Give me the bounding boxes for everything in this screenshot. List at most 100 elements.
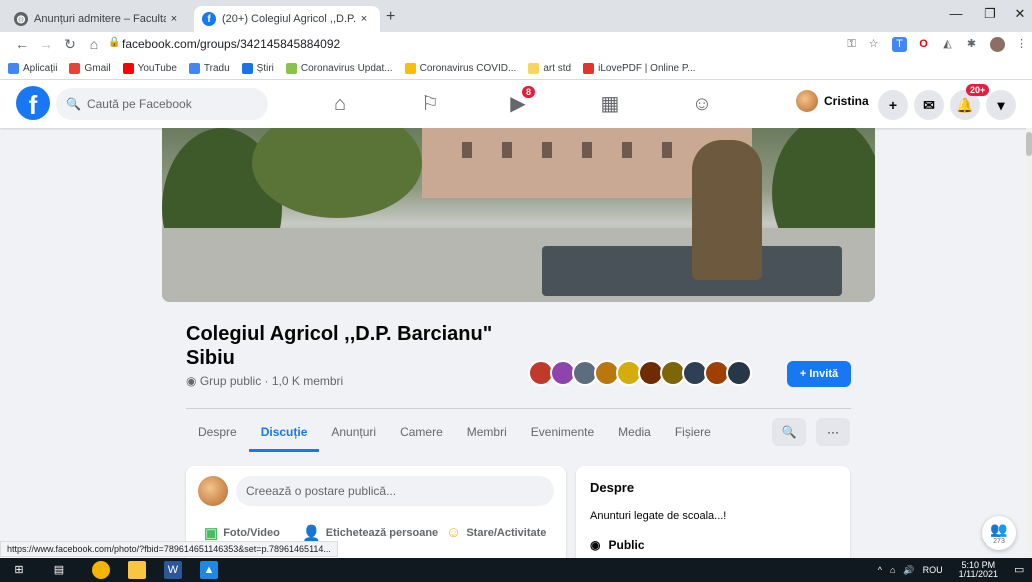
tag-people-icon: 👤 [302,525,321,542]
network-icon[interactable]: ⌂ [890,565,895,575]
tab-despre[interactable]: Despre [186,414,249,452]
restore-button[interactable]: ❐ [980,6,1000,22]
translate-extension-icon[interactable]: T [892,37,907,52]
language-indicator[interactable]: ROU [923,565,943,575]
translate-icon [188,63,200,74]
window-close-button[interactable]: ✕ [1010,6,1030,22]
bookmark-tradu[interactable]: Tradu [188,63,230,74]
bookmark-apps[interactable]: Aplicații [8,63,57,74]
groups-icon[interactable]: ☺ [688,90,716,118]
user-profile-chip[interactable]: Cristina [796,90,869,112]
group-meta: ◉ Grup public · 1,0 K membri [186,374,344,388]
browser-tab-strip: ◍ Anunțuri admitere – Facultatea de × f … [0,0,1032,32]
globe-icon: ◉ [186,374,197,388]
file-explorer-icon[interactable] [128,561,146,579]
group-tabs: Despre Discuție Anunțuri Camere Membri E… [186,414,723,454]
marketplace-icon[interactable]: ▦ [596,90,624,118]
people-count: 273 [993,538,1005,545]
search-icon: 🔍 [781,425,797,439]
reload-icon[interactable]: ↻ [62,36,78,53]
task-view-icon[interactable]: ▤ [50,561,68,579]
star-icon[interactable]: ☆ [866,37,881,52]
create-button[interactable]: + [878,90,908,120]
facebook-search-input[interactable]: 🔍 Caută pe Facebook [56,88,268,120]
group-search-button[interactable]: 🔍 [772,418,806,446]
bookmark-ilovepdf[interactable]: iLovePDF | Online P... [583,63,696,74]
tab-close-icon[interactable]: × [166,13,182,25]
bookmark-stiri[interactable]: Știri [241,63,274,74]
key-icon[interactable]: ⚿ [844,37,859,52]
facebook-favicon-icon: f [202,12,216,26]
minimize-button[interactable]: — [946,6,966,21]
chrome-taskbar-icon[interactable] [92,561,110,579]
cover-statue [692,140,762,280]
people-chat-button[interactable]: 👥 273 [982,516,1016,550]
photo-video-button[interactable]: ▣ Foto/Video [204,524,280,542]
browser-toolbar: ← → ↻ ⌂ 🔒 facebook.com/groups/3421458458… [0,32,1032,58]
search-placeholder: Caută pe Facebook [86,97,192,111]
home-nav-icon[interactable]: ⌂ [326,90,354,118]
about-description: Anunturi legate de scoala...! [590,510,727,522]
menu-dots-icon[interactable]: ⋮ [1014,37,1029,52]
bookmark-youtube[interactable]: YouTube [122,63,177,74]
bookmark-gmail[interactable]: Gmail [69,63,111,74]
bookmark-coronavirus-covid[interactable]: Coronavirus COVID... [404,63,516,74]
puzzle-icon[interactable]: ✱ [964,37,979,52]
photo-icon: ▣ [204,525,219,542]
browser-tab-anunturi[interactable]: ◍ Anunțuri admitere – Facultatea de × [6,6,190,32]
group-title[interactable]: Colegiul Agricol ,,D.P. Barcianu" Sibiu [186,322,526,370]
new-tab-button[interactable]: + [386,8,395,26]
member-avatars[interactable] [528,360,752,388]
feeling-activity-button[interactable]: ☺ Stare/Activitate [446,524,546,541]
tab-membri[interactable]: Membri [455,414,519,452]
notification-center-icon[interactable]: ▭ [1014,563,1024,576]
windows-taskbar: ⊞ ▤ W ▲ ^ ⌂ 🔊 ROU 5:10 PM 1/11/2021 ▭ [0,558,1032,582]
tag-people-button[interactable]: 👤 Etichetează persoane [302,524,438,542]
bookmark-coronavirus-update[interactable]: Coronavirus Updat... [285,63,393,74]
more-options-button[interactable]: ··· [816,418,850,446]
back-arrow-icon[interactable]: ← [14,36,30,52]
lock-icon[interactable]: 🔒 [108,37,120,48]
tab-media[interactable]: Media [606,414,663,452]
avatar[interactable] [726,360,752,386]
account-menu-chevron-icon[interactable]: ▾ [986,90,1016,120]
scrollbar-thumb[interactable] [1026,132,1032,156]
tab-evenimente[interactable]: Evenimente [519,414,606,452]
globe-icon: ◍ [14,12,28,26]
messenger-icon[interactable]: ✉ [914,90,944,120]
windows-start-icon[interactable]: ⊞ [10,561,28,579]
invite-button[interactable]: + Invită [787,361,851,387]
volume-icon[interactable]: 🔊 [903,565,914,576]
profile-avatar[interactable] [990,37,1005,52]
facebook-logo-icon[interactable]: f [16,86,50,120]
bookmark-art-std[interactable]: art std [528,63,571,74]
folder-icon [528,63,540,74]
tab-fisiere[interactable]: Fișiere [663,414,723,452]
home-icon[interactable]: ⌂ [86,36,102,52]
pages-flag-icon[interactable]: ⚐ [416,90,444,118]
tab-close-icon[interactable]: × [356,13,372,25]
browser-tab-facebook[interactable]: f (20+) Colegiul Agricol ,,D.P. Barcia × [194,6,380,32]
extension-icon[interactable]: ◭ [940,37,955,52]
photos-icon[interactable]: ▲ [200,561,218,579]
address-bar[interactable]: facebook.com/groups/342145845884092 [122,37,340,51]
forward-arrow-icon[interactable]: → [38,36,54,52]
virus-icon [404,63,416,74]
divider [186,408,851,409]
word-icon[interactable]: W [164,561,182,579]
opera-extension-icon[interactable]: O [916,37,931,52]
search-icon: 🔍 [66,97,81,111]
tab-title: Anunțuri admitere – Facultatea de [34,13,166,25]
group-cover-photo[interactable] [162,128,875,302]
avatar[interactable] [198,476,228,506]
status-url-tooltip: https://www.facebook.com/photo/?fbid=789… [0,541,338,557]
scrollbar[interactable] [1026,128,1032,558]
tab-anunturi[interactable]: Anunțuri [319,414,388,452]
tab-discutie[interactable]: Discuție [248,414,320,452]
tray-chevron-icon[interactable]: ^ [878,565,882,575]
clock[interactable]: 5:10 PM 1/11/2021 [951,561,998,579]
about-card: Despre Anunturi legate de scoala...! ◉ P… [576,466,850,566]
create-post-input[interactable]: Creează o postare publică... [236,476,554,506]
tab-camere[interactable]: Camere [388,414,455,452]
notifications-badge: 20+ [966,84,990,96]
